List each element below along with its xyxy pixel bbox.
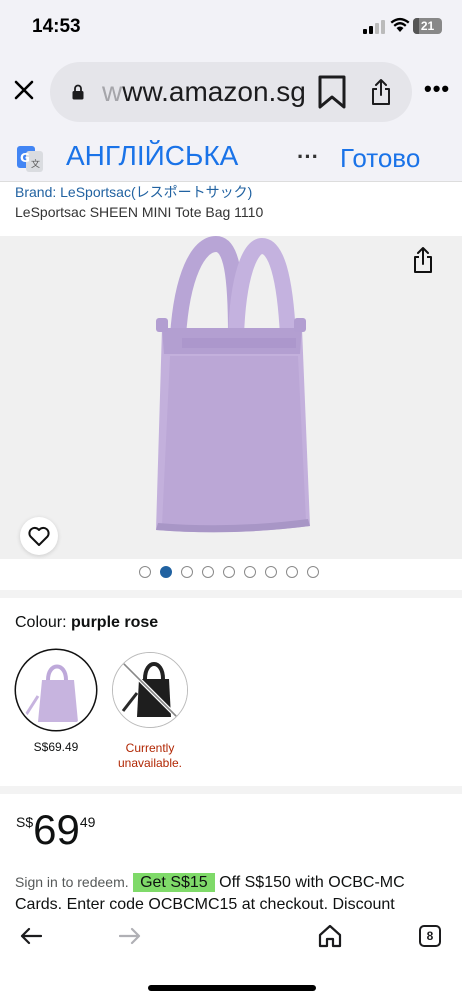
google-translate-icon: G 文 <box>17 146 43 172</box>
price-currency: S$ <box>16 814 34 830</box>
status-time: 14:53 <box>32 16 81 37</box>
carousel-dot[interactable] <box>160 566 172 578</box>
url-faded-prefix: w <box>102 76 123 107</box>
bookmark-icon[interactable] <box>316 74 348 110</box>
wifi-icon <box>390 17 410 32</box>
promotion-block: Sign in to redeem. Get S$15 Off S$150 wi… <box>15 871 455 916</box>
sign-in-link[interactable]: Sign in to redeem. <box>15 874 129 890</box>
target-language-tab[interactable]: АНГЛІЙСЬКА <box>66 140 274 172</box>
colour-label: Colour: purple rose <box>15 614 158 632</box>
lock-icon <box>72 84 84 100</box>
svg-text:G: G <box>20 151 30 165</box>
swatch-unavailable-status: Currently unavailable. <box>117 741 183 770</box>
carousel-dot[interactable] <box>223 566 235 578</box>
carousel-dot[interactable] <box>202 566 214 578</box>
forward-arrow-icon[interactable] <box>119 927 141 945</box>
close-icon[interactable] <box>12 78 36 102</box>
brand-link[interactable]: Brand: LeSportsac(レスポートサック) <box>15 182 252 202</box>
carousel-dot[interactable] <box>181 566 193 578</box>
product-price: S$6949 <box>16 806 95 854</box>
price-fraction: 49 <box>79 814 96 830</box>
carousel-dot[interactable] <box>286 566 298 578</box>
section-divider <box>0 786 462 794</box>
svg-text:文: 文 <box>31 158 40 170</box>
battery-level <box>413 18 420 34</box>
home-icon[interactable] <box>317 924 343 948</box>
colour-label-text: Colour: <box>15 614 67 631</box>
carousel-dot[interactable] <box>139 566 151 578</box>
battery-indicator: 21 <box>413 18 442 34</box>
address-bar[interactable]: www.amazon.sg <box>50 62 412 122</box>
browser-bottom-bar: 8 <box>0 913 462 999</box>
browser-toolbar: www.amazon.sg ••• <box>0 52 462 132</box>
price-whole: 69 <box>33 806 80 853</box>
purple-bag-thumbnail <box>18 652 94 728</box>
cellular-signal-icon <box>363 20 385 34</box>
wishlist-heart-button[interactable] <box>20 517 58 555</box>
product-image-carousel[interactable] <box>0 236 462 559</box>
coupon-badge: Get S$15 <box>133 873 215 892</box>
section-divider <box>0 590 462 598</box>
product-title: LeSportsac SHEEN MINI Tote Bag 1110 <box>15 204 264 220</box>
battery-percent: 21 <box>420 19 435 33</box>
url-text[interactable]: www.amazon.sg <box>102 76 306 108</box>
colour-swatch-purple-rose[interactable] <box>18 652 94 728</box>
carousel-dot[interactable] <box>307 566 319 578</box>
tabs-count-button[interactable]: 8 <box>419 925 441 947</box>
back-arrow-icon[interactable] <box>20 927 42 945</box>
carousel-dot[interactable] <box>265 566 277 578</box>
done-button[interactable]: Готово <box>340 143 420 174</box>
tote-bag-image <box>156 236 310 533</box>
colour-value: purple rose <box>71 614 159 631</box>
more-options-button[interactable]: ••• <box>424 76 450 102</box>
black-bag-thumbnail <box>113 653 187 727</box>
translate-more-button[interactable]: ··· <box>297 144 319 170</box>
carousel-dot[interactable] <box>244 566 256 578</box>
url-domain: ww.amazon.sg <box>122 76 306 107</box>
home-indicator <box>148 985 316 991</box>
share-product-icon[interactable] <box>406 244 440 278</box>
colour-swatch-black[interactable] <box>112 652 188 728</box>
translate-bar: G 文 АНГЛІЙСЬКА ··· Готово <box>0 132 462 182</box>
share-icon[interactable] <box>370 78 392 106</box>
status-bar: 14:53 21 <box>0 0 462 52</box>
carousel-pagination[interactable] <box>139 566 319 578</box>
heart-icon <box>28 526 50 546</box>
